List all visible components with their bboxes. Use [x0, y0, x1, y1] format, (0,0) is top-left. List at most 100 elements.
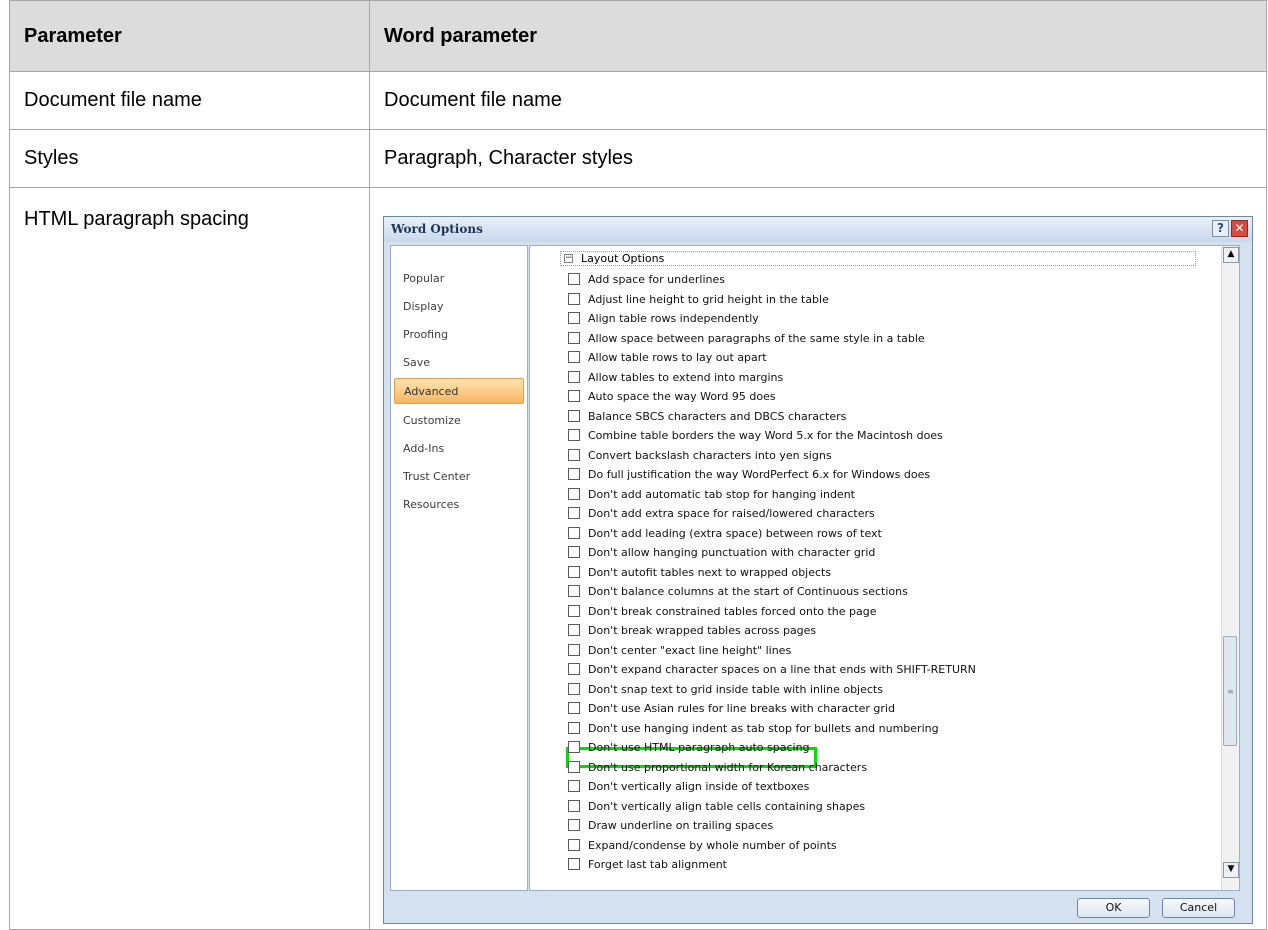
scroll-up-icon[interactable]: ▲ [1223, 247, 1239, 263]
option-checkbox[interactable] [568, 487, 580, 500]
option-row[interactable]: Don't break constrained tables forced on… [568, 602, 877, 621]
cancel-button[interactable]: Cancel [1162, 898, 1235, 918]
option-checkbox[interactable] [568, 448, 580, 461]
option-row[interactable]: Don't expand character spaces on a line … [568, 660, 976, 679]
option-row[interactable]: Balance SBCS characters and DBCS charact… [568, 407, 846, 426]
option-checkbox[interactable] [568, 799, 580, 812]
option-label: Adjust line height to grid height in the… [588, 292, 829, 306]
option-label: Expand/condense by whole number of point… [588, 838, 837, 852]
option-row[interactable]: Add space for underlines [568, 270, 725, 289]
table-row: Document file name Document file name [9, 71, 1267, 130]
option-row[interactable]: Convert backslash characters into yen si… [568, 446, 832, 465]
option-row[interactable]: Don't break wrapped tables across pages [568, 621, 816, 640]
option-checkbox[interactable] [568, 331, 580, 344]
option-row[interactable]: Draw underline on trailing spaces [568, 816, 773, 835]
option-checkbox[interactable] [568, 624, 580, 636]
option-checkbox[interactable] [568, 585, 580, 597]
option-checkbox[interactable] [568, 858, 580, 870]
option-row[interactable]: Don't use hanging indent as tab stop for… [568, 719, 939, 738]
layout-options-header[interactable]: − Layout Options [560, 251, 1196, 266]
option-row[interactable]: Don't vertically align inside of textbox… [568, 777, 809, 796]
table-header-row: Parameter Word parameter [9, 0, 1267, 72]
option-checkbox[interactable] [568, 351, 580, 363]
option-row[interactable]: Don't autofit tables next to wrapped obj… [568, 563, 831, 582]
option-checkbox[interactable] [568, 604, 580, 617]
option-row[interactable]: Do full justification the way WordPerfec… [568, 465, 930, 484]
nav-item-popular[interactable]: Popular [394, 266, 524, 292]
option-checkbox[interactable] [568, 565, 580, 578]
option-checkbox[interactable] [568, 526, 580, 539]
option-checkbox[interactable] [568, 643, 580, 656]
option-row[interactable]: Don't use proportional width for Korean … [568, 758, 867, 777]
option-checkbox[interactable] [568, 663, 580, 675]
scroll-down-icon[interactable]: ▼ [1223, 862, 1239, 878]
nav-item-customize[interactable]: Customize [394, 408, 524, 434]
cell-parameter: Styles [9, 129, 370, 188]
option-label: Don't vertically align table cells conta… [588, 799, 866, 813]
option-checkbox[interactable] [568, 682, 580, 695]
option-label: Don't vertically align inside of textbox… [588, 780, 810, 793]
option-row[interactable]: Don't center "exact line height" lines [568, 641, 791, 660]
option-checkbox[interactable] [568, 721, 580, 734]
option-checkbox[interactable] [568, 760, 580, 773]
option-checkbox[interactable] [568, 273, 580, 285]
option-checkbox[interactable] [568, 409, 580, 422]
option-checkbox[interactable] [568, 312, 580, 324]
option-row[interactable]: Allow tables to extend into margins [568, 368, 783, 387]
option-label: Don't center "exact line height" lines [588, 643, 792, 657]
option-row[interactable]: Don't use Asian rules for line breaks wi… [568, 699, 895, 718]
nav-item-resources[interactable]: Resources [394, 492, 524, 518]
option-row[interactable]: Auto space the way Word 95 does [568, 387, 776, 406]
option-checkbox[interactable] [568, 819, 580, 831]
option-row[interactable]: Expand/condense by whole number of point… [568, 836, 837, 855]
nav-item-display[interactable]: Display [394, 294, 524, 320]
help-icon[interactable]: ? [1212, 220, 1229, 237]
option-row[interactable]: Combine table borders the way Word 5.x f… [568, 426, 943, 445]
option-checkbox[interactable] [568, 702, 580, 714]
option-checkbox[interactable] [568, 838, 580, 851]
option-row[interactable]: Don't balance columns at the start of Co… [568, 582, 908, 601]
option-row[interactable]: Don't add extra space for raised/lowered… [568, 504, 875, 523]
option-label: Auto space the way Word 95 does [588, 390, 776, 403]
grip-icon: ≡ [1227, 687, 1234, 696]
option-row[interactable]: Don't vertically align table cells conta… [568, 797, 865, 816]
option-row[interactable]: Allow space between paragraphs of the sa… [568, 329, 925, 348]
option-checkbox[interactable] [568, 546, 580, 558]
nav-item-advanced[interactable]: Advanced [394, 378, 524, 404]
option-checkbox[interactable] [568, 507, 580, 519]
nav-item-save[interactable]: Save [394, 350, 524, 376]
option-row[interactable]: Don't use HTML paragraph auto spacing [568, 738, 810, 757]
option-row[interactable]: Allow table rows to lay out apart [568, 348, 767, 367]
option-label: Don't add automatic tab stop for hanging… [588, 487, 855, 501]
close-icon[interactable]: ✕ [1231, 220, 1248, 237]
option-row[interactable]: Adjust line height to grid height in the… [568, 290, 829, 309]
cell-parameter: HTML paragraph spacing [9, 187, 370, 930]
option-checkbox[interactable] [568, 780, 580, 792]
option-checkbox[interactable] [568, 370, 580, 383]
option-row[interactable]: Don't allow hanging punctuation with cha… [568, 543, 875, 562]
option-label: Don't use HTML paragraph auto spacing [588, 741, 810, 754]
option-label: Don't break wrapped tables across pages [588, 624, 817, 637]
option-checkbox[interactable] [568, 468, 580, 480]
collapse-icon[interactable]: − [564, 254, 573, 263]
ok-button[interactable]: OK [1077, 898, 1150, 918]
scroll-thumb[interactable]: ≡ [1223, 636, 1237, 746]
option-checkbox[interactable] [568, 741, 580, 753]
nav-item-trust-center[interactable]: Trust Center [394, 464, 524, 490]
nav-item-proofing[interactable]: Proofing [394, 322, 524, 348]
option-row[interactable]: Forget last tab alignment [568, 855, 727, 874]
option-row[interactable]: Don't snap text to grid inside table wit… [568, 680, 883, 699]
cell-parameter: Document file name [9, 71, 370, 130]
option-checkbox[interactable] [568, 292, 580, 305]
option-label: Don't balance columns at the start of Co… [588, 585, 908, 598]
nav-item-add-ins[interactable]: Add-Ins [394, 436, 524, 462]
option-label: Allow tables to extend into margins [588, 370, 784, 384]
scrollbar[interactable]: ▲ ≡ ▼ [1221, 246, 1239, 890]
option-checkbox[interactable] [568, 390, 580, 402]
option-row[interactable]: Don't add leading (extra space) between … [568, 524, 882, 543]
option-row[interactable]: Don't add automatic tab stop for hanging… [568, 485, 855, 504]
option-row[interactable]: Align table rows independently [568, 309, 759, 328]
option-label: Forget last tab alignment [588, 858, 727, 871]
option-checkbox[interactable] [568, 429, 580, 441]
option-label: Don't use hanging indent as tab stop for… [588, 721, 939, 735]
